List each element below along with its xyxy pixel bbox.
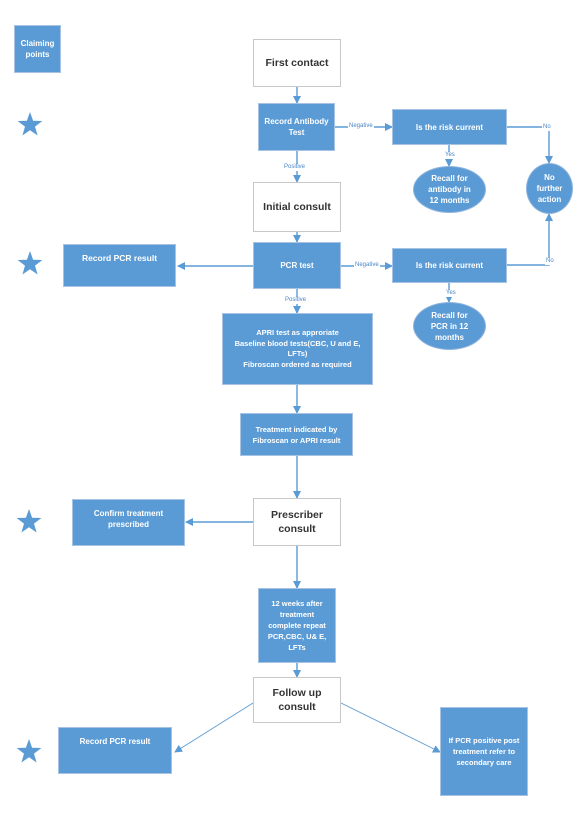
- star-icon: [16, 509, 42, 533]
- node-refer-secondary-care: If PCR positive post treatment refer to …: [440, 707, 528, 796]
- edge-followup-to-record: [174, 702, 254, 753]
- node-no-further-action: No further action: [526, 163, 573, 214]
- node-follow-up-consult: Follow up consult: [253, 677, 341, 723]
- node-risk-current-1: Is the risk current: [392, 109, 507, 145]
- edge-label-pcr-negative: Negative: [354, 262, 380, 269]
- edge-risk1-no: [507, 126, 553, 164]
- edge-followup-to-refer: [340, 702, 441, 753]
- node-baseline-tests: APRI test as approriate Baseline blood t…: [222, 313, 373, 385]
- node-record-pcr-result-1: Record PCR result: [63, 244, 176, 287]
- edge-label-risk2-yes: Yes: [445, 290, 457, 297]
- claiming-points-legend: Claiming points: [14, 25, 61, 73]
- node-repeat-tests: 12 weeks after treatment complete repeat…: [258, 588, 336, 663]
- edge-label-pcr-positive: Positive: [284, 297, 308, 304]
- edge-label-risk1-yes: Yes: [444, 152, 456, 159]
- node-recall-pcr: Recall for PCR in 12 months: [413, 302, 486, 350]
- star-icon: [16, 739, 42, 763]
- edge-label-antibody-positive: Positive: [283, 164, 307, 171]
- node-confirm-treatment: Confirm treatment prescribed: [72, 499, 185, 546]
- node-first-contact: First contact: [253, 39, 341, 87]
- node-prescriber-consult: Prescriber consult: [253, 498, 341, 546]
- edge-label-antibody-negative: Negative: [348, 123, 374, 130]
- node-record-pcr-result-2: Record PCR result: [58, 727, 172, 774]
- edge-label-risk1-no: No: [542, 124, 552, 131]
- node-record-antibody-test: Record Antibody Test: [258, 103, 335, 151]
- node-treatment-indicated: Treatment indicated by Fibroscan or APRI…: [240, 413, 353, 456]
- star-icon: [17, 112, 43, 136]
- edge-label-risk2-no: No: [545, 258, 555, 265]
- node-pcr-test: PCR test: [253, 242, 341, 289]
- star-icon: [17, 251, 43, 275]
- node-risk-current-2: Is the risk current: [392, 248, 507, 283]
- node-initial-consult: Initial consult: [253, 182, 341, 232]
- edge-risk2-no: [507, 213, 553, 266]
- node-recall-antibody: Recall for antibody in 12 months: [413, 166, 486, 213]
